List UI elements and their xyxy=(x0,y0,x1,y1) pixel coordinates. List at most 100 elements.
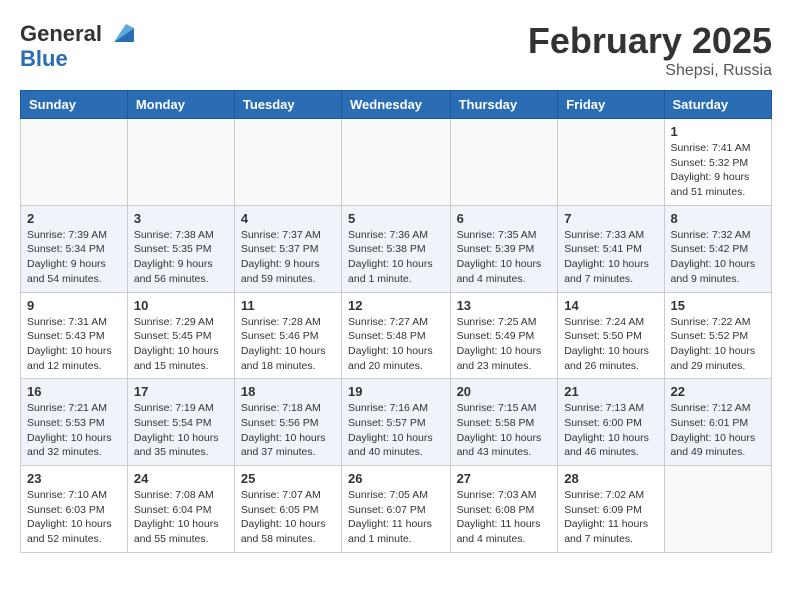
calendar-cell: 22 Sunrise: 7:12 AM Sunset: 6:01 PM Dayli… xyxy=(664,379,771,466)
calendar-cell: 16 Sunrise: 7:21 AM Sunset: 5:53 PM Dayli… xyxy=(21,379,128,466)
day-number: 26 xyxy=(348,471,444,486)
day-number: 16 xyxy=(27,384,121,399)
day-info: Sunrise: 7:37 AM Sunset: 5:37 PM Dayligh… xyxy=(241,228,335,287)
calendar-cell xyxy=(234,119,341,206)
day-info: Sunrise: 7:03 AM Sunset: 6:08 PM Dayligh… xyxy=(457,488,552,547)
day-info: Sunrise: 7:07 AM Sunset: 6:05 PM Dayligh… xyxy=(241,488,335,547)
day-info: Sunrise: 7:18 AM Sunset: 5:56 PM Dayligh… xyxy=(241,401,335,460)
calendar-cell xyxy=(450,119,558,206)
day-info: Sunrise: 7:21 AM Sunset: 5:53 PM Dayligh… xyxy=(27,401,121,460)
day-number: 10 xyxy=(134,298,228,313)
calendar-cell: 28 Sunrise: 7:02 AM Sunset: 6:09 PM Dayli… xyxy=(558,466,664,553)
calendar-cell: 7 Sunrise: 7:33 AM Sunset: 5:41 PM Daylig… xyxy=(558,205,664,292)
calendar-cell: 27Sunrise: 7:03 AM Sunset: 6:08 PM Dayli… xyxy=(450,466,558,553)
calendar-cell: 6Sunrise: 7:35 AM Sunset: 5:39 PM Daylig… xyxy=(450,205,558,292)
calendar-cell: 15 Sunrise: 7:22 AM Sunset: 5:52 PM Dayli… xyxy=(664,292,771,379)
day-number: 15 xyxy=(671,298,765,313)
day-info: Sunrise: 7:25 AM Sunset: 5:49 PM Dayligh… xyxy=(457,315,552,374)
day-number: 24 xyxy=(134,471,228,486)
calendar-cell xyxy=(558,119,664,206)
day-info: Sunrise: 7:15 AM Sunset: 5:58 PM Dayligh… xyxy=(457,401,552,460)
calendar-cell: 11Sunrise: 7:28 AM Sunset: 5:46 PM Dayli… xyxy=(234,292,341,379)
month-title: February 2025 xyxy=(528,20,772,62)
day-info: Sunrise: 7:39 AM Sunset: 5:34 PM Dayligh… xyxy=(27,228,121,287)
day-info: Sunrise: 7:13 AM Sunset: 6:00 PM Dayligh… xyxy=(564,401,657,460)
day-number: 9 xyxy=(27,298,121,313)
day-info: Sunrise: 7:41 AM Sunset: 5:32 PM Dayligh… xyxy=(671,141,765,200)
calendar-cell xyxy=(21,119,128,206)
weekday-header-sunday: Sunday xyxy=(21,91,128,119)
day-info: Sunrise: 7:27 AM Sunset: 5:48 PM Dayligh… xyxy=(348,315,444,374)
calendar-cell: 14 Sunrise: 7:24 AM Sunset: 5:50 PM Dayli… xyxy=(558,292,664,379)
logo-icon xyxy=(106,20,134,48)
day-number: 22 xyxy=(671,384,765,399)
day-info: Sunrise: 7:22 AM Sunset: 5:52 PM Dayligh… xyxy=(671,315,765,374)
calendar-cell: 8Sunrise: 7:32 AM Sunset: 5:42 PM Daylig… xyxy=(664,205,771,292)
calendar-table: SundayMondayTuesdayWednesdayThursdayFrid… xyxy=(20,90,772,553)
day-number: 18 xyxy=(241,384,335,399)
calendar-week-row: 9 Sunrise: 7:31 AM Sunset: 5:43 PM Daylig… xyxy=(21,292,772,379)
logo-general-text: General xyxy=(20,23,102,45)
calendar-week-row: 16 Sunrise: 7:21 AM Sunset: 5:53 PM Dayli… xyxy=(21,379,772,466)
calendar-week-row: 1Sunrise: 7:41 AM Sunset: 5:32 PM Daylig… xyxy=(21,119,772,206)
calendar-cell: 10 Sunrise: 7:29 AM Sunset: 5:45 PM Dayli… xyxy=(127,292,234,379)
day-number: 8 xyxy=(671,211,765,226)
day-info: Sunrise: 7:19 AM Sunset: 5:54 PM Dayligh… xyxy=(134,401,228,460)
weekday-header-wednesday: Wednesday xyxy=(342,91,451,119)
weekday-header-monday: Monday xyxy=(127,91,234,119)
calendar-cell: 24 Sunrise: 7:08 AM Sunset: 6:04 PM Dayli… xyxy=(127,466,234,553)
calendar-cell: 21 Sunrise: 7:13 AM Sunset: 6:00 PM Dayli… xyxy=(558,379,664,466)
calendar-cell: 1Sunrise: 7:41 AM Sunset: 5:32 PM Daylig… xyxy=(664,119,771,206)
day-info: Sunrise: 7:33 AM Sunset: 5:41 PM Dayligh… xyxy=(564,228,657,287)
calendar-cell: 26 Sunrise: 7:05 AM Sunset: 6:07 PM Dayli… xyxy=(342,466,451,553)
day-number: 7 xyxy=(564,211,657,226)
day-number: 23 xyxy=(27,471,121,486)
calendar-cell xyxy=(664,466,771,553)
logo-blue-text: Blue xyxy=(20,48,134,70)
calendar-cell: 5 Sunrise: 7:36 AM Sunset: 5:38 PM Daylig… xyxy=(342,205,451,292)
day-info: Sunrise: 7:38 AM Sunset: 5:35 PM Dayligh… xyxy=(134,228,228,287)
day-info: Sunrise: 7:24 AM Sunset: 5:50 PM Dayligh… xyxy=(564,315,657,374)
calendar-cell: 23 Sunrise: 7:10 AM Sunset: 6:03 PM Dayli… xyxy=(21,466,128,553)
day-info: Sunrise: 7:29 AM Sunset: 5:45 PM Dayligh… xyxy=(134,315,228,374)
day-info: Sunrise: 7:31 AM Sunset: 5:43 PM Dayligh… xyxy=(27,315,121,374)
day-info: Sunrise: 7:35 AM Sunset: 5:39 PM Dayligh… xyxy=(457,228,552,287)
title-block: February 2025 Shepsi, Russia xyxy=(528,20,772,80)
day-info: Sunrise: 7:16 AM Sunset: 5:57 PM Dayligh… xyxy=(348,401,444,460)
calendar-cell: 19 Sunrise: 7:16 AM Sunset: 5:57 PM Dayli… xyxy=(342,379,451,466)
day-number: 12 xyxy=(348,298,444,313)
day-info: Sunrise: 7:12 AM Sunset: 6:01 PM Dayligh… xyxy=(671,401,765,460)
day-info: Sunrise: 7:10 AM Sunset: 6:03 PM Dayligh… xyxy=(27,488,121,547)
day-number: 2 xyxy=(27,211,121,226)
day-info: Sunrise: 7:02 AM Sunset: 6:09 PM Dayligh… xyxy=(564,488,657,547)
calendar-header-row: SundayMondayTuesdayWednesdayThursdayFrid… xyxy=(21,91,772,119)
day-number: 14 xyxy=(564,298,657,313)
calendar-cell: 12 Sunrise: 7:27 AM Sunset: 5:48 PM Dayli… xyxy=(342,292,451,379)
calendar-cell: 2 Sunrise: 7:39 AM Sunset: 5:34 PM Daylig… xyxy=(21,205,128,292)
day-number: 3 xyxy=(134,211,228,226)
day-number: 25 xyxy=(241,471,335,486)
day-number: 19 xyxy=(348,384,444,399)
day-number: 4 xyxy=(241,211,335,226)
location-title: Shepsi, Russia xyxy=(528,62,772,80)
calendar-cell: 20 Sunrise: 7:15 AM Sunset: 5:58 PM Dayli… xyxy=(450,379,558,466)
calendar-cell: 3 Sunrise: 7:38 AM Sunset: 5:35 PM Daylig… xyxy=(127,205,234,292)
day-info: Sunrise: 7:08 AM Sunset: 6:04 PM Dayligh… xyxy=(134,488,228,547)
page-header: General Blue February 2025 Shepsi, Russi… xyxy=(20,20,772,80)
day-number: 17 xyxy=(134,384,228,399)
day-number: 20 xyxy=(457,384,552,399)
calendar-cell xyxy=(127,119,234,206)
calendar-cell: 25 Sunrise: 7:07 AM Sunset: 6:05 PM Dayli… xyxy=(234,466,341,553)
logo: General Blue xyxy=(20,20,134,70)
day-info: Sunrise: 7:36 AM Sunset: 5:38 PM Dayligh… xyxy=(348,228,444,287)
calendar-cell: 9 Sunrise: 7:31 AM Sunset: 5:43 PM Daylig… xyxy=(21,292,128,379)
day-number: 28 xyxy=(564,471,657,486)
calendar-cell xyxy=(342,119,451,206)
day-number: 5 xyxy=(348,211,444,226)
weekday-header-tuesday: Tuesday xyxy=(234,91,341,119)
day-number: 21 xyxy=(564,384,657,399)
day-info: Sunrise: 7:05 AM Sunset: 6:07 PM Dayligh… xyxy=(348,488,444,547)
weekday-header-saturday: Saturday xyxy=(664,91,771,119)
calendar-week-row: 2 Sunrise: 7:39 AM Sunset: 5:34 PM Daylig… xyxy=(21,205,772,292)
day-number: 11 xyxy=(241,298,335,313)
